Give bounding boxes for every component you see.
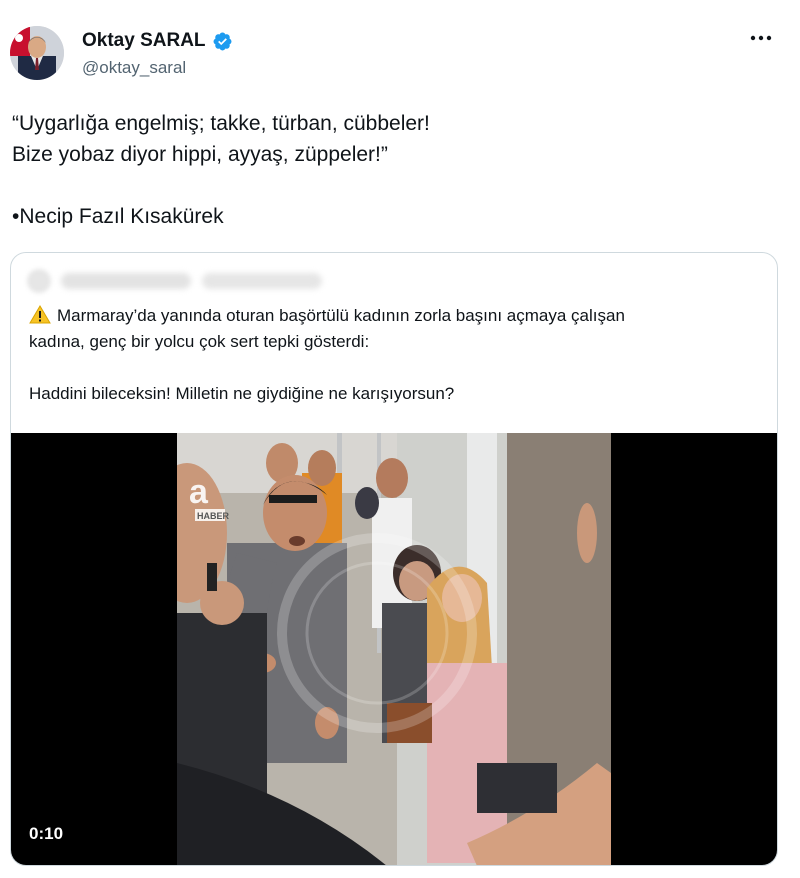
quoted-name-blurred [61,273,191,289]
tweet-line: •Necip Fazıl Kısakürek [12,205,224,228]
author-handle[interactable]: @oktay_saral [82,58,186,78]
avatar-image [10,26,64,80]
quoted-tweet-text: Marmaray’da yanında oturan başörtülü kad… [29,303,769,407]
tweet-text: “Uygarlığa engelmiş; takke, türban, cübb… [12,108,782,232]
video-duration: 0:10 [29,824,64,843]
video-frame: a HABER [177,433,611,865]
quoted-tweet-card[interactable]: Marmaray’da yanında oturan başörtülü kad… [10,252,778,866]
quoted-avatar-blurred [27,269,51,293]
tweet-line: “Uygarlığa engelmiş; takke, türban, cübb… [12,112,430,135]
quoted-line-text: Marmaray’da yanında oturan başörtülü kad… [57,306,625,325]
author-name-row[interactable]: Oktay SARAL [82,30,233,52]
author-name[interactable]: Oktay SARAL [82,30,206,52]
more-horizontal-icon[interactable] [748,28,774,48]
tweet-line: Bize yobaz diyor hippi, ayyaş, züppeler!… [12,143,388,166]
video-thumbnail: a HABER [177,433,611,865]
quoted-line: kadına, genç bir yolcu çok sert tepki gö… [29,332,370,351]
verified-badge-icon [213,32,231,50]
quoted-handle-blurred [202,273,322,289]
broadcaster-logo-a: a [189,473,209,511]
svg-text:HABER: HABER [197,511,230,521]
quoted-line: Marmaray’da yanında oturan başörtülü kad… [29,303,769,329]
warning-icon [29,305,51,324]
avatar[interactable] [10,26,64,80]
quoted-line-blank [29,355,769,381]
quoted-tweet-header-blurred [27,267,327,297]
video-player[interactable]: a HABER 0:10 [11,433,777,865]
quoted-line: Haddini bileceksin! Milletin ne giydiğin… [29,384,455,403]
